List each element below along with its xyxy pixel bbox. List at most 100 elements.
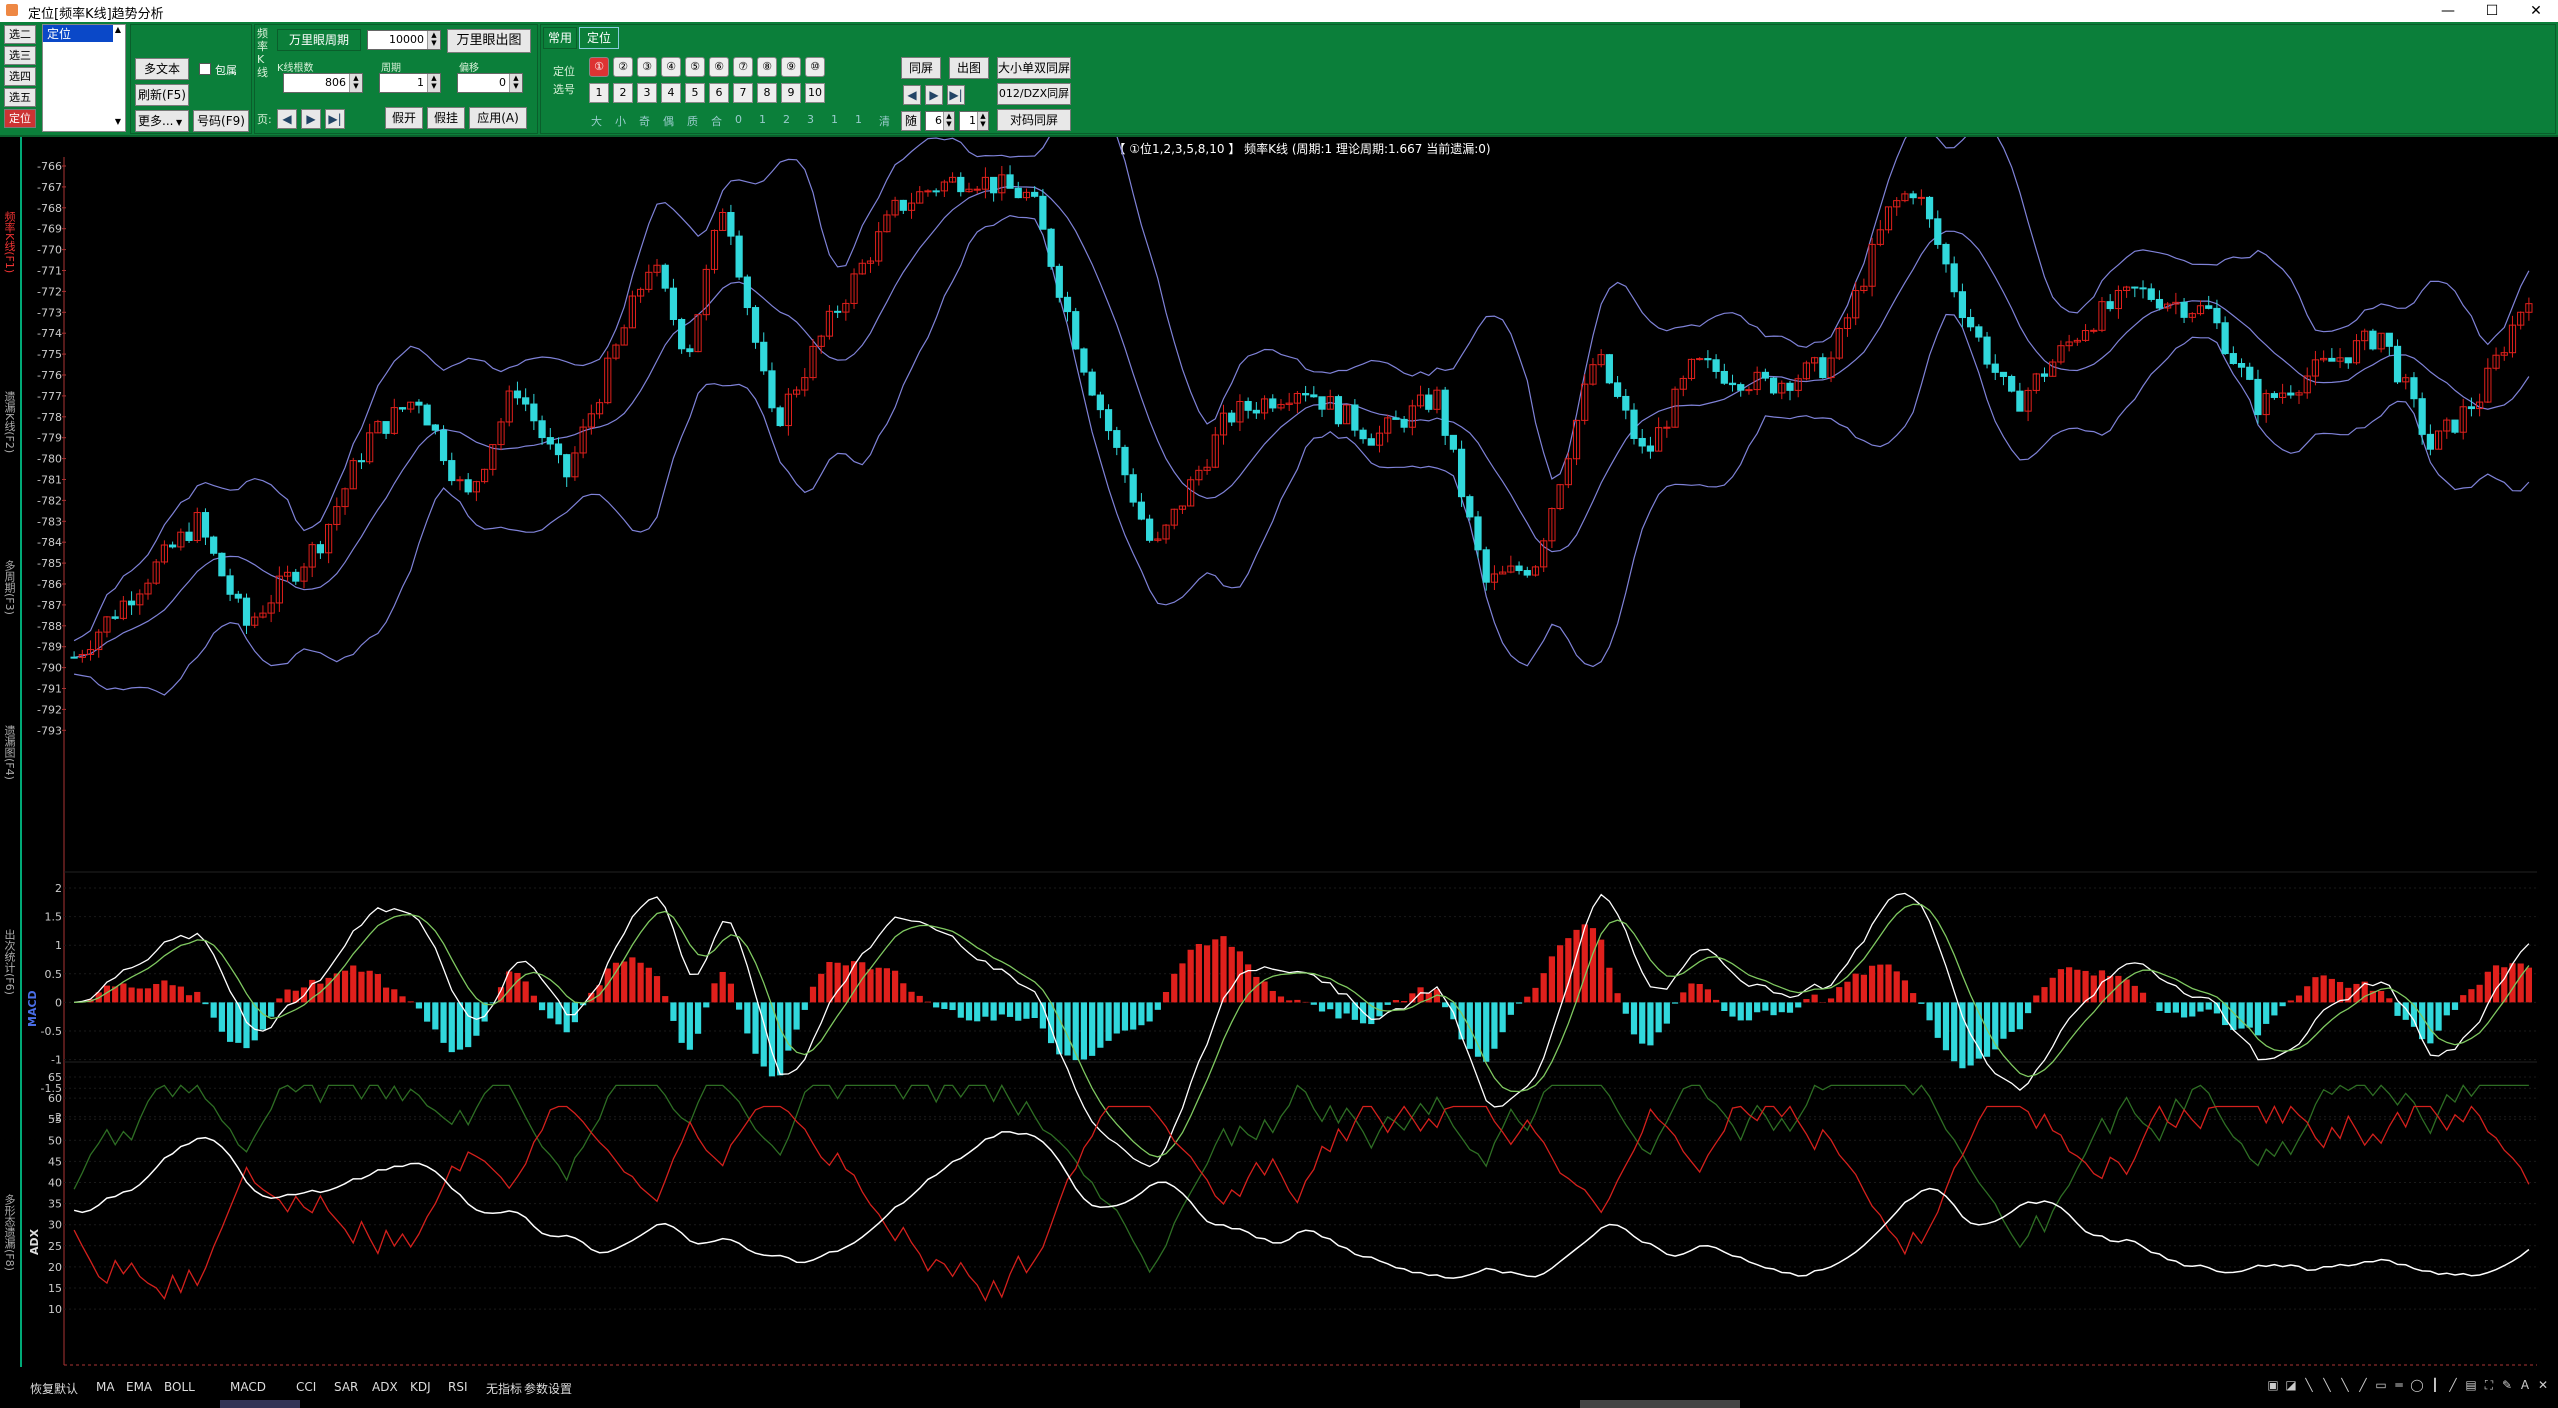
refresh-button[interactable]: 刷新(F5) — [135, 84, 189, 106]
indicator-11[interactable]: 参数设置 — [524, 1380, 572, 1397]
position-list-selected[interactable]: 定位 — [43, 25, 113, 42]
position-toggle-2[interactable]: ② — [613, 57, 633, 77]
last-icon[interactable]: ▶| — [947, 85, 965, 105]
scrollbar-thumb[interactable] — [1580, 1400, 1740, 1408]
draw-tool-icon[interactable]: ▣ — [2264, 1378, 2282, 1392]
chart-area[interactable]: 【 ①位1,2,3,5,8,10 】 频率K线 (周期:1 理论周期:1.667… — [22, 95, 2542, 1367]
indicator-10[interactable]: 无指标 — [486, 1380, 522, 1397]
maximize-button[interactable]: ☐ — [2470, 0, 2514, 22]
position-toggle-5[interactable]: ⑤ — [685, 57, 705, 77]
position-toggle-9[interactable]: ⑨ — [781, 57, 801, 77]
draw-tool-icon[interactable]: ✎ — [2498, 1378, 2516, 1392]
attr-filter-2[interactable]: 奇 — [639, 113, 650, 129]
number-toggle-10[interactable]: 10 — [805, 83, 825, 103]
left-tab-4[interactable]: 出次统计(F6) — [0, 827, 22, 1067]
number-toggle-6[interactable]: 6 — [709, 83, 729, 103]
random-b-input[interactable]: 1 ▲ ▼ — [959, 111, 989, 131]
period-input[interactable]: 1 ▲ ▼ — [379, 73, 441, 93]
fake-hang-button[interactable]: 假挂 — [427, 107, 465, 129]
indicator-0[interactable]: 恢复默认 — [30, 1380, 78, 1397]
draw-tool-icon[interactable]: ┃ — [2426, 1378, 2444, 1392]
close-button[interactable]: ✕ — [2514, 0, 2558, 22]
number-toggle-1[interactable]: 1 — [589, 83, 609, 103]
position-toggle-4[interactable]: ④ — [661, 57, 681, 77]
random-a-spin-icon[interactable]: ▲ ▼ — [943, 112, 954, 130]
attr-filter-1[interactable]: 小 — [615, 113, 626, 129]
select-tab-2[interactable]: 选四 — [4, 67, 36, 86]
last-page-icon[interactable]: ▶| — [325, 109, 345, 129]
same-screen-button[interactable]: 同屏 — [901, 57, 941, 79]
indicator-6[interactable]: SAR — [334, 1380, 358, 1394]
kline-count-input[interactable]: 806 ▲ ▼ — [283, 73, 363, 93]
apply-button[interactable]: 应用(A) — [469, 107, 527, 129]
position-toggle-10[interactable]: ⑩ — [805, 57, 825, 77]
position-list[interactable]: 定位 ▲ ▼ — [42, 24, 126, 132]
draw-tool-icon[interactable]: ═ — [2390, 1378, 2408, 1392]
period-spin-icon[interactable]: ▲ ▼ — [427, 74, 440, 92]
offset-input[interactable]: 0 ▲ ▼ — [457, 73, 523, 93]
tab-common[interactable]: 常用 — [543, 27, 577, 49]
position-toggle-7[interactable]: ⑦ — [733, 57, 753, 77]
random-a-input[interactable]: 6 ▲ ▼ — [925, 111, 955, 131]
attr-filter-10[interactable]: 1 — [831, 113, 838, 126]
random-button[interactable]: 随 — [901, 111, 921, 131]
select-tab-0[interactable]: 选二 — [4, 25, 36, 44]
attr-filter-0[interactable]: 大 — [591, 113, 602, 129]
left-tab-0[interactable]: 频率K线(F1) — [0, 137, 22, 317]
draw-tool-icon[interactable]: ✕ — [2534, 1378, 2552, 1392]
select-tab-3[interactable]: 选五 — [4, 88, 36, 107]
offset-spin-icon[interactable]: ▲ ▼ — [509, 74, 522, 92]
chart-svg[interactable]: 【 ①位1,2,3,5,8,10 】 频率K线 (周期:1 理论周期:1.667… — [22, 95, 2542, 1367]
multi-text-button[interactable]: 多文本 — [135, 58, 189, 80]
number-toggle-3[interactable]: 3 — [637, 83, 657, 103]
position-toggle-8[interactable]: ⑧ — [757, 57, 777, 77]
draw-tool-icon[interactable]: ⛶ — [2480, 1378, 2498, 1393]
indicator-2[interactable]: EMA — [126, 1380, 152, 1394]
draw-tool-icon[interactable]: ╲ — [2336, 1378, 2354, 1392]
duima-button[interactable]: 对码同屏 — [997, 109, 1071, 131]
number-toggle-4[interactable]: 4 — [661, 83, 681, 103]
position-toggle-3[interactable]: ③ — [637, 57, 657, 77]
attr-filter-11[interactable]: 1 — [855, 113, 862, 126]
draw-tool-icon[interactable]: ╲ — [2300, 1378, 2318, 1392]
number-toggle-5[interactable]: 5 — [685, 83, 705, 103]
left-tab-3[interactable]: 遗漏图(F4) — [0, 647, 22, 827]
more-dropdown[interactable]: 更多... ▼ — [135, 110, 189, 132]
number-toggle-8[interactable]: 8 — [757, 83, 777, 103]
indicator-8[interactable]: KDJ — [410, 1380, 431, 1394]
scroll-down-icon[interactable]: ▼ — [111, 117, 125, 131]
draw-tool-icon[interactable]: A — [2516, 1378, 2534, 1392]
prev-icon[interactable]: ◀ — [903, 85, 921, 105]
attr-filter-4[interactable]: 质 — [687, 113, 698, 129]
attr-filter-6[interactable]: 0 — [735, 113, 742, 126]
number-toggle-7[interactable]: 7 — [733, 83, 753, 103]
draw-tool-icon[interactable]: ◪ — [2282, 1378, 2300, 1392]
012-dzx-button[interactable]: 012/DZX同屏 — [997, 83, 1071, 105]
draw-tool-icon[interactable]: ▤ — [2462, 1378, 2480, 1392]
attr-filter-8[interactable]: 2 — [783, 113, 790, 126]
select-tab-4[interactable]: 定位 — [4, 109, 36, 128]
attr-filter-5[interactable]: 合 — [711, 113, 722, 129]
attr-filter-9[interactable]: 3 — [807, 113, 814, 126]
indicator-1[interactable]: MA — [96, 1380, 115, 1394]
scroll-up-icon[interactable]: ▲ — [111, 25, 125, 39]
wanli-chart-button[interactable]: 万里眼出图 — [447, 29, 531, 53]
draw-tool-icon[interactable]: ▭ — [2372, 1378, 2390, 1392]
select-tab-1[interactable]: 选三 — [4, 46, 36, 65]
wanli-spin-icon[interactable]: ▲ ▼ — [427, 31, 440, 49]
draw-tool-icon[interactable]: ╲ — [2318, 1378, 2336, 1392]
indicator-3[interactable]: BOLL — [164, 1380, 195, 1394]
draw-tool-icon[interactable]: ╱ — [2444, 1378, 2462, 1392]
bigsmall-button[interactable]: 大小单双同屏 — [997, 57, 1071, 79]
left-tab-5[interactable]: 多形态遗漏(F8) — [0, 1067, 22, 1367]
output-chart-button[interactable]: 出图 — [949, 57, 989, 79]
position-toggle-6[interactable]: ⑥ — [709, 57, 729, 77]
left-tab-2[interactable]: 多周期(F3) — [0, 497, 22, 647]
fake-open-button[interactable]: 假开 — [385, 107, 423, 129]
left-tab-1[interactable]: 遗漏K线(F2) — [0, 317, 22, 497]
indicator-9[interactable]: RSI — [448, 1380, 468, 1394]
indicator-4[interactable]: MACD — [230, 1380, 266, 1394]
number-toggle-2[interactable]: 2 — [613, 83, 633, 103]
first-page-icon[interactable]: ◀ — [277, 109, 297, 129]
kline-spin-icon[interactable]: ▲ ▼ — [349, 74, 362, 92]
